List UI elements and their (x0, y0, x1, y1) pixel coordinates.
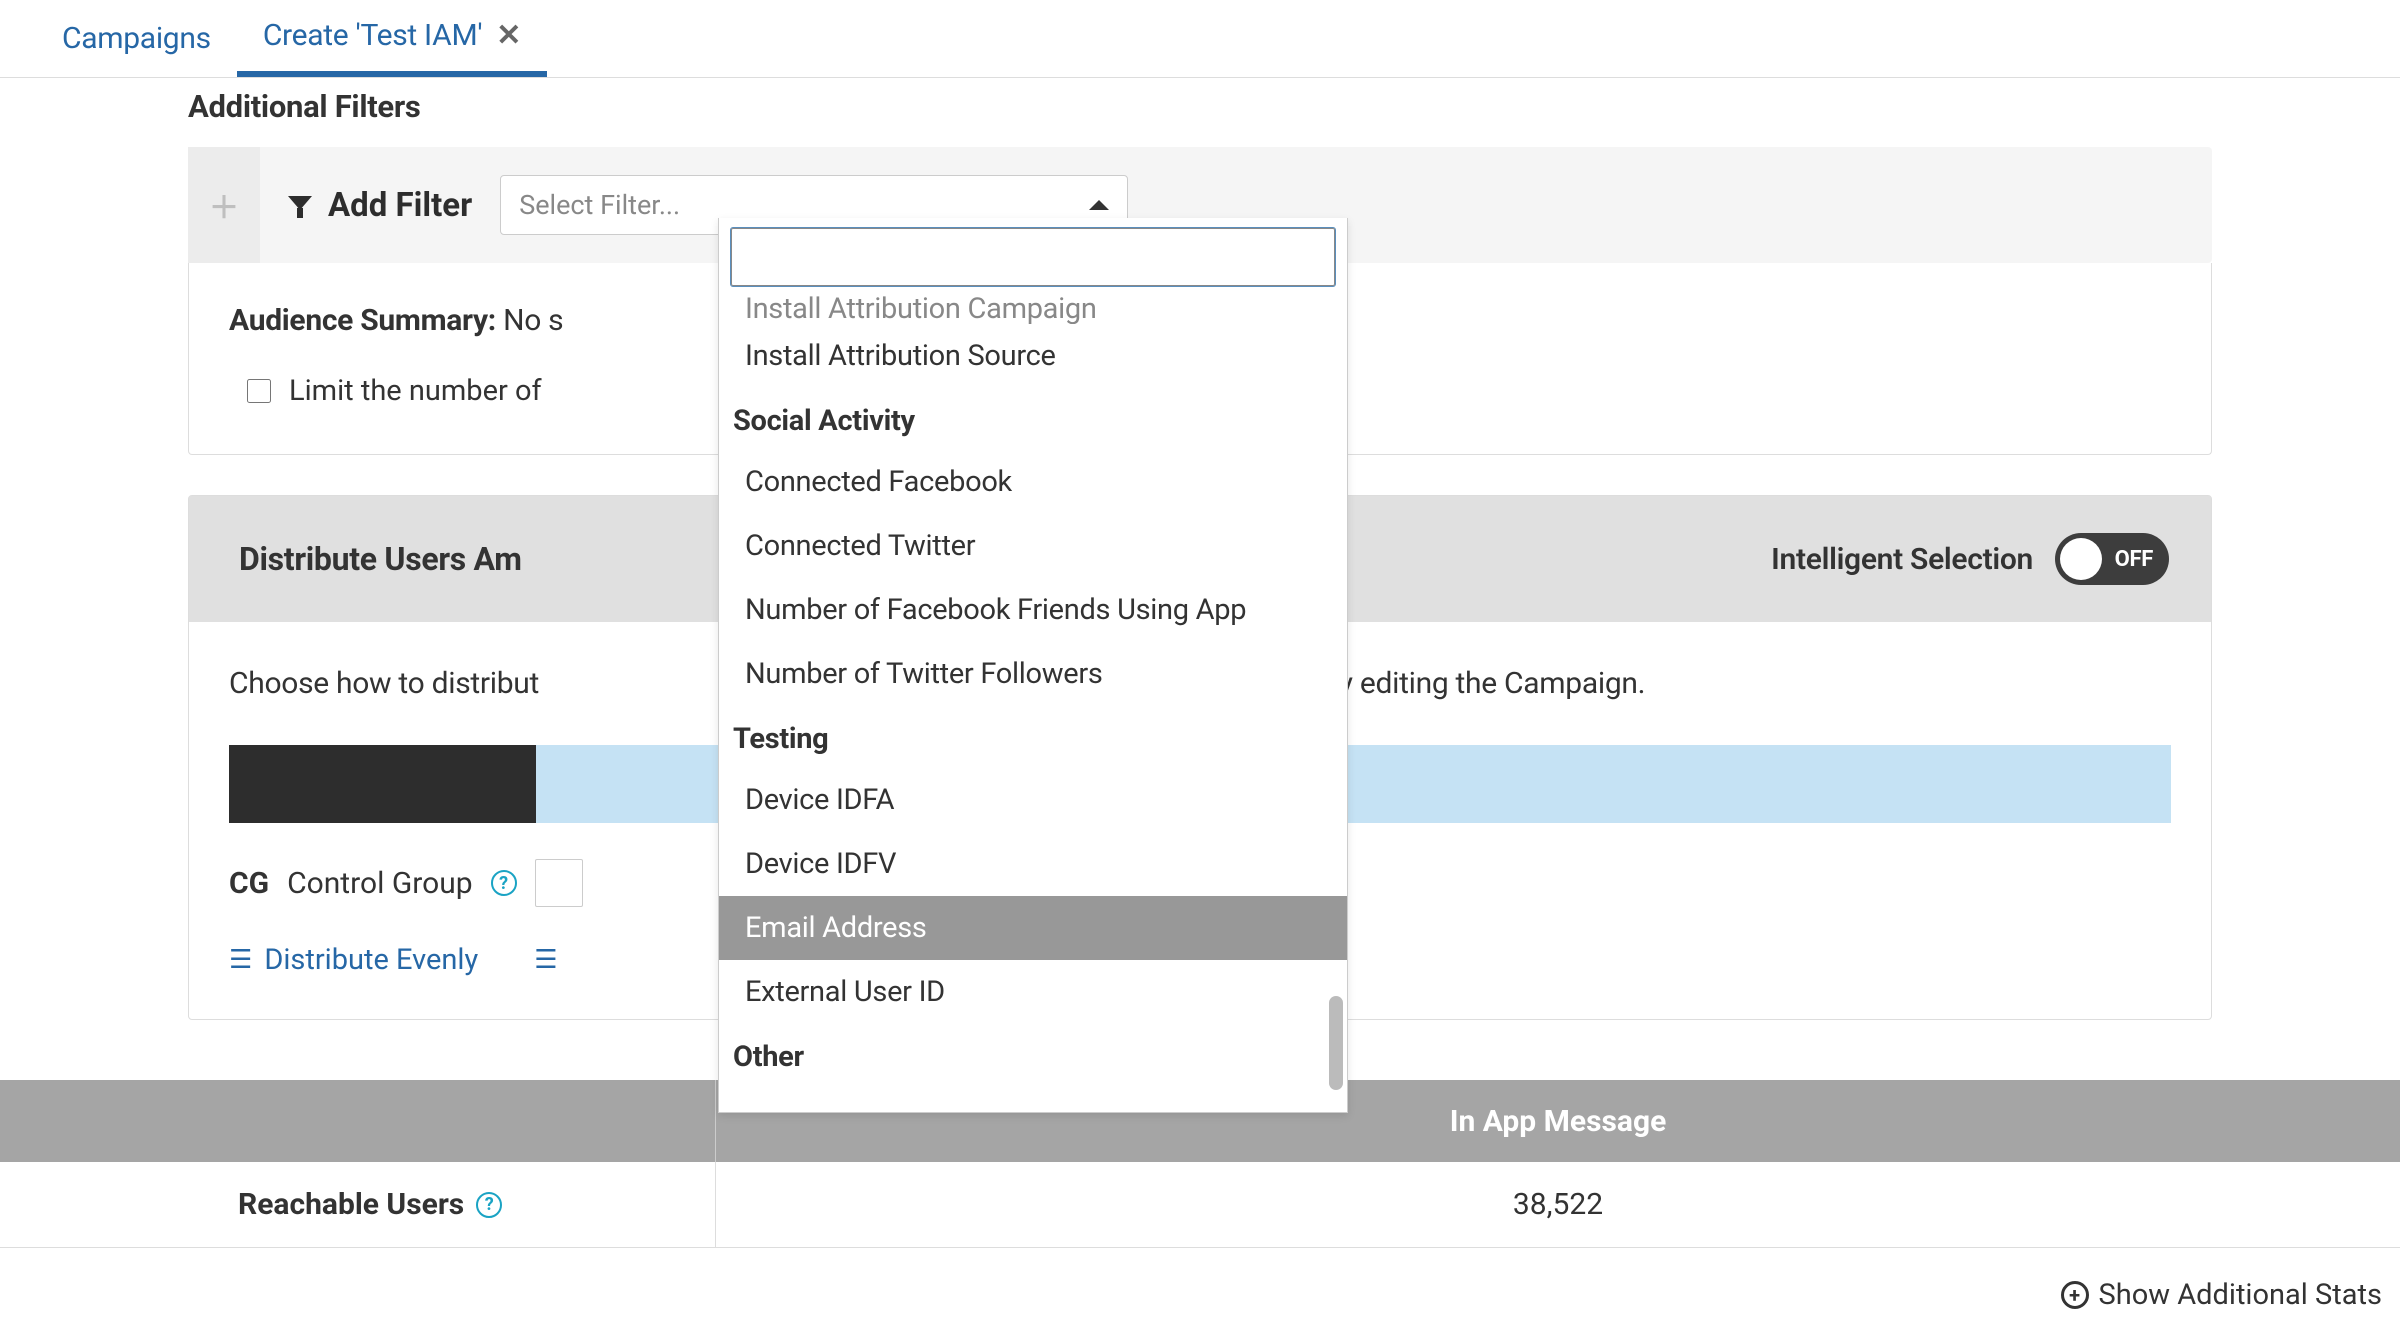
dropdown-group-testing: Testing (719, 706, 1347, 768)
reachable-users-value: 38,522 (716, 1162, 2400, 1247)
cg-percent-stepper[interactable] (535, 859, 583, 907)
cg-label: Control Group (287, 866, 473, 901)
toggle-state-label: OFF (2115, 547, 2153, 572)
add-filter-text: Add Filter (328, 186, 472, 225)
intelligent-selection-label: Intelligent Selection (1771, 542, 2033, 577)
close-icon[interactable]: ✕ (496, 18, 521, 53)
intelligent-selection-toggle[interactable]: OFF (2055, 533, 2169, 585)
tabs-header: Campaigns Create 'Test IAM' ✕ (0, 0, 2400, 78)
limit-users-label: Limit the number of (289, 374, 542, 408)
sliders-icon: ☰ (534, 945, 557, 975)
limit-users-checkbox[interactable] (247, 379, 271, 403)
show-additional-stats-label: Show Additional Stats (2099, 1278, 2382, 1312)
dropdown-item[interactable]: Number of Facebook Friends Using App (719, 578, 1347, 642)
dropdown-item-truncated[interactable]: Install Attribution Campaign (719, 296, 1347, 324)
plus-circle-icon: + (2061, 1281, 2089, 1309)
stats-row-label-cell: Reachable Users ? (0, 1162, 716, 1247)
distribute-heading: Distribute Users Am (239, 540, 522, 578)
show-additional-stats-button[interactable]: + Show Additional Stats (2061, 1278, 2382, 1312)
dropdown-group-other: Other (719, 1024, 1347, 1086)
reachable-users-label: Reachable Users (238, 1187, 464, 1222)
tab-campaigns-label: Campaigns (62, 21, 211, 56)
audience-summary-text: No s (503, 303, 563, 338)
stats-header-blank (0, 1080, 716, 1162)
filter-select-placeholder: Select Filter... (519, 189, 680, 221)
distribute-second-link[interactable]: ☰ (534, 943, 557, 977)
filter-dropdown-search-input[interactable] (731, 228, 1335, 286)
distribution-bar-cg-segment (229, 745, 536, 823)
cg-abbrev: CG (229, 866, 269, 901)
tab-campaigns[interactable]: Campaigns (36, 0, 237, 77)
add-filter-label: Add Filter (260, 147, 500, 263)
sliders-icon: ☰ (229, 945, 252, 975)
caret-up-icon (1089, 200, 1109, 210)
filter-dropdown-panel: Install Attribution Campaign Install Att… (718, 218, 1348, 1113)
dropdown-group-social: Social Activity (719, 388, 1347, 450)
help-icon[interactable]: ? (476, 1192, 502, 1218)
dropdown-item[interactable]: Number of Twitter Followers (719, 642, 1347, 706)
filter-dropdown-list[interactable]: Install Attribution Campaign Install Att… (719, 296, 1347, 1112)
dropdown-item[interactable]: Device IDFV (719, 832, 1347, 896)
dropdown-item[interactable]: External User ID (719, 960, 1347, 1024)
intelligent-selection-control: Intelligent Selection OFF (1771, 533, 2169, 585)
dropdown-item-email-address[interactable]: Email Address (719, 896, 1347, 960)
tab-create-label: Create 'Test IAM' (263, 18, 482, 53)
dropdown-item[interactable]: Install Attribution Source (719, 324, 1347, 388)
distribute-evenly-label: Distribute Evenly (264, 943, 478, 977)
help-icon[interactable]: ? (491, 870, 517, 896)
filter-icon (288, 192, 312, 218)
distribute-evenly-link[interactable]: ☰ Distribute Evenly (229, 943, 478, 977)
toggle-knob (2060, 538, 2102, 580)
additional-filters-heading: Additional Filters (188, 88, 2212, 125)
tab-create[interactable]: Create 'Test IAM' ✕ (237, 0, 547, 77)
dropdown-item[interactable]: Device IDFA (719, 768, 1347, 832)
dropdown-item[interactable]: Connected Twitter (719, 514, 1347, 578)
dropdown-item[interactable]: Connected Facebook (719, 450, 1347, 514)
audience-summary-label: Audience Summary: (229, 303, 496, 338)
stats-row-reachable: Reachable Users ? 38,522 (0, 1162, 2400, 1248)
dropdown-scrollbar-thumb[interactable] (1329, 996, 1343, 1090)
add-filter-plus-button[interactable]: ＋ (188, 147, 260, 263)
